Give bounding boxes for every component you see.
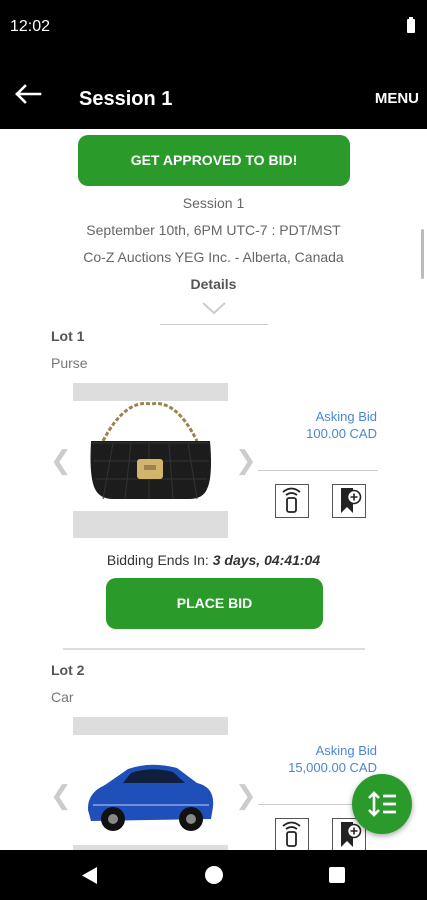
divider: [258, 470, 378, 471]
bidding-ends-countdown: 3 days, 04:41:04: [212, 552, 321, 568]
asking-bid-label: Asking Bid: [315, 409, 377, 424]
bidding-ends-label: Bidding Ends In:: [106, 552, 209, 568]
lot-image[interactable]: [73, 717, 228, 850]
remote-bid-button[interactable]: [275, 818, 309, 850]
asking-bid-label: Asking Bid: [315, 743, 377, 758]
bookmark-add-icon: [341, 488, 362, 513]
watchlist-button[interactable]: [332, 484, 366, 518]
session-auctioneer: Co-Z Auctions YEG Inc. - Alberta, Canada: [83, 249, 344, 265]
session-content[interactable]: GET APPROVED TO BID! Session 1 September…: [0, 129, 427, 850]
details-toggle[interactable]: Details: [0, 276, 427, 292]
remote-bid-icon: [282, 487, 301, 513]
system-nav-bar: [0, 850, 427, 900]
nav-home-icon[interactable]: [205, 866, 223, 884]
status-time: 12:02: [10, 18, 51, 35]
lot-name: Purse: [51, 355, 88, 371]
car-image: [87, 764, 214, 831]
place-bid-button[interactable]: PLACE BID: [106, 578, 323, 629]
lot-label: Lot 1: [51, 328, 85, 344]
app-bar: Session 1 MENU: [0, 56, 427, 129]
purse-image: [90, 401, 211, 500]
divider: [63, 648, 365, 650]
nav-recents-icon[interactable]: [329, 867, 345, 883]
page-title: Session 1: [79, 88, 173, 110]
remote-bid-icon: [282, 821, 301, 847]
nav-back-icon[interactable]: [82, 867, 98, 884]
arrow-left-icon: [15, 84, 42, 104]
bidding-ends: Bidding Ends In: 3 days, 04:41:04: [0, 552, 427, 568]
session-date: September 10th, 6PM UTC-7 : PDT/MST: [86, 222, 341, 238]
asking-bid-value: 100.00 CAD: [306, 426, 377, 441]
divider: [160, 324, 268, 325]
lot-image[interactable]: [73, 383, 228, 538]
status-bar: 12:02: [0, 0, 427, 56]
sort-list-icon: [368, 791, 396, 817]
next-image-arrow[interactable]: ❯: [235, 780, 257, 811]
sort-fab-button[interactable]: [352, 774, 412, 834]
lot-label: Lot 2: [51, 662, 85, 678]
back-button[interactable]: [14, 82, 46, 106]
asking-bid-value: 15,000.00 CAD: [288, 760, 377, 775]
lot-name: Car: [51, 689, 74, 705]
remote-bid-button[interactable]: [275, 484, 309, 518]
get-approved-button[interactable]: GET APPROVED TO BID!: [78, 135, 350, 186]
prev-image-arrow[interactable]: ❮: [50, 780, 72, 811]
prev-image-arrow[interactable]: ❮: [50, 445, 72, 476]
menu-button[interactable]: MENU: [375, 90, 419, 107]
session-name: Session 1: [182, 195, 245, 211]
next-image-arrow[interactable]: ❯: [235, 445, 257, 476]
chevron-down-icon[interactable]: [201, 301, 227, 315]
battery-icon: [407, 17, 415, 33]
